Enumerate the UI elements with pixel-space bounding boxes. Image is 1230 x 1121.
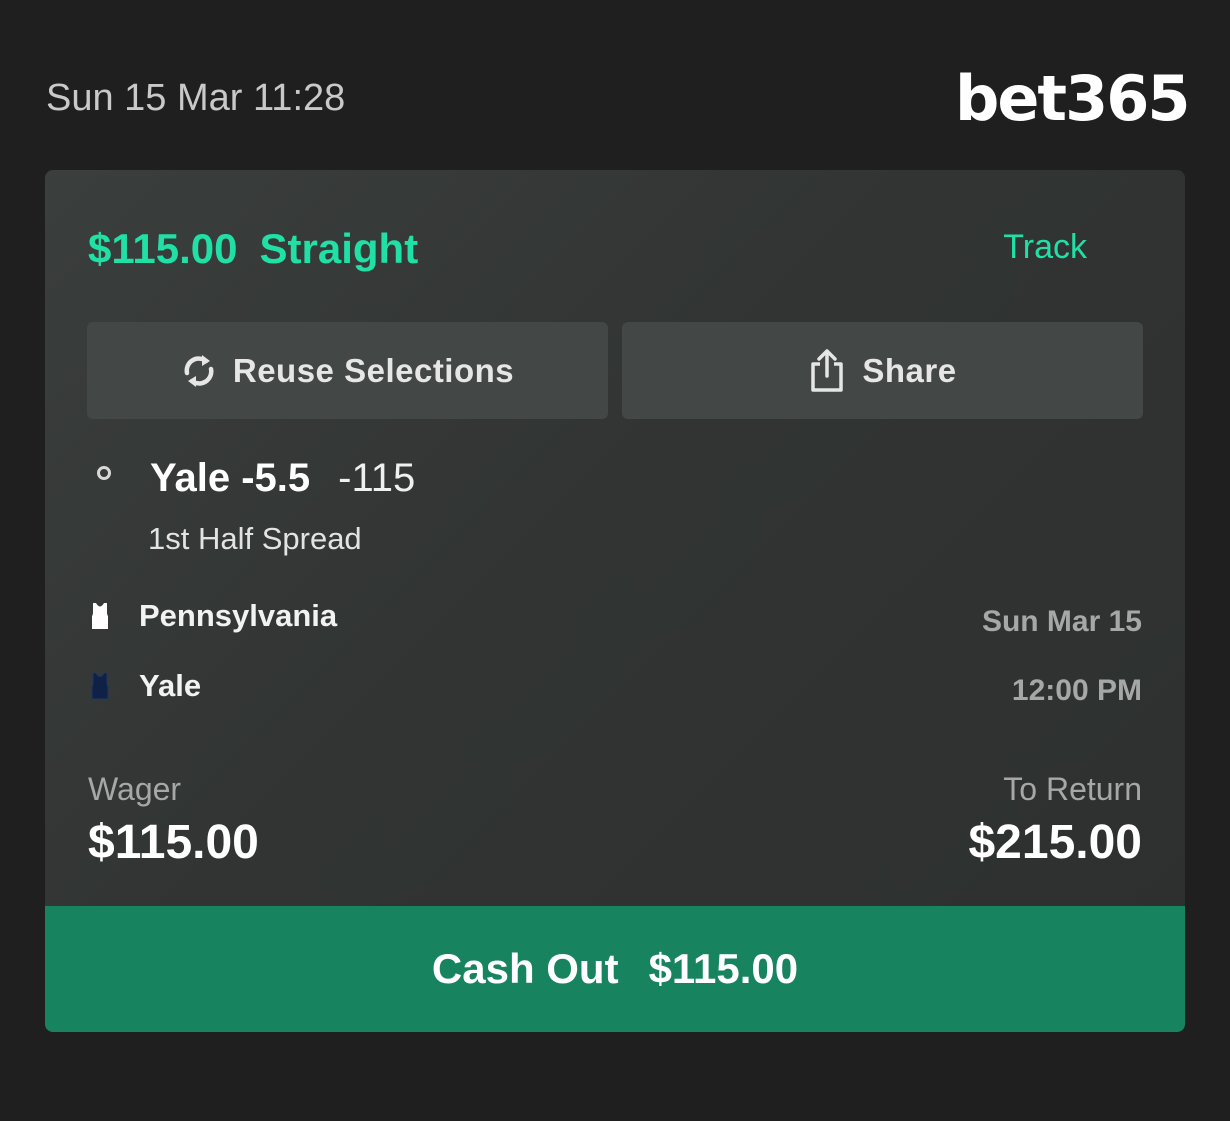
share-button[interactable]: Share: [622, 322, 1143, 419]
selection-odds: -115: [338, 456, 416, 500]
bet365-logo: bet365: [955, 62, 1190, 135]
reuse-selections-button[interactable]: Reuse Selections: [87, 322, 608, 419]
bet-header: $115.00 Straight: [88, 224, 418, 274]
bet-card: $115.00 Straight Track Reuse Selections: [45, 170, 1185, 1032]
share-label: Share: [862, 351, 957, 389]
jersey-icon: [91, 601, 109, 631]
selection-title: Yale -5.5 -115: [150, 455, 415, 501]
team-name: Yale: [139, 668, 202, 703]
selection-status-icon: [97, 466, 111, 480]
bet-receipt-screen: Sun 15 Mar 11:28 bet365 $115.00 Straight …: [0, 0, 1230, 1121]
team-name: Pennsylvania: [139, 598, 338, 633]
share-icon: [808, 348, 846, 394]
stake-amount: $115.00: [88, 225, 238, 272]
to-return-amount: $215.00: [968, 816, 1142, 869]
jersey-icon: [91, 671, 109, 701]
cash-out-button[interactable]: Cash Out $115.00: [45, 906, 1185, 1032]
selection-market: 1st Half Spread: [148, 521, 362, 556]
event-date: Sun Mar 15: [981, 605, 1142, 638]
to-return-label: To Return: [1003, 771, 1142, 807]
bet-type: Straight: [259, 225, 419, 272]
selection-name: Yale -5.5: [150, 456, 311, 500]
timestamp: Sun 15 Mar 11:28: [46, 77, 346, 119]
reuse-selections-label: Reuse Selections: [232, 351, 515, 389]
refresh-icon: [181, 351, 217, 391]
track-link[interactable]: Track: [1003, 226, 1087, 268]
team-row: Yale: [91, 668, 201, 704]
team-row: Pennsylvania: [91, 598, 337, 634]
wager-label: Wager: [88, 771, 182, 807]
cash-out-label: Cash Out: [431, 945, 619, 992]
cash-out-amount: $115.00: [648, 945, 799, 992]
wager-amount: $115.00: [88, 816, 259, 869]
event-time: 12:00 PM: [1011, 674, 1142, 707]
